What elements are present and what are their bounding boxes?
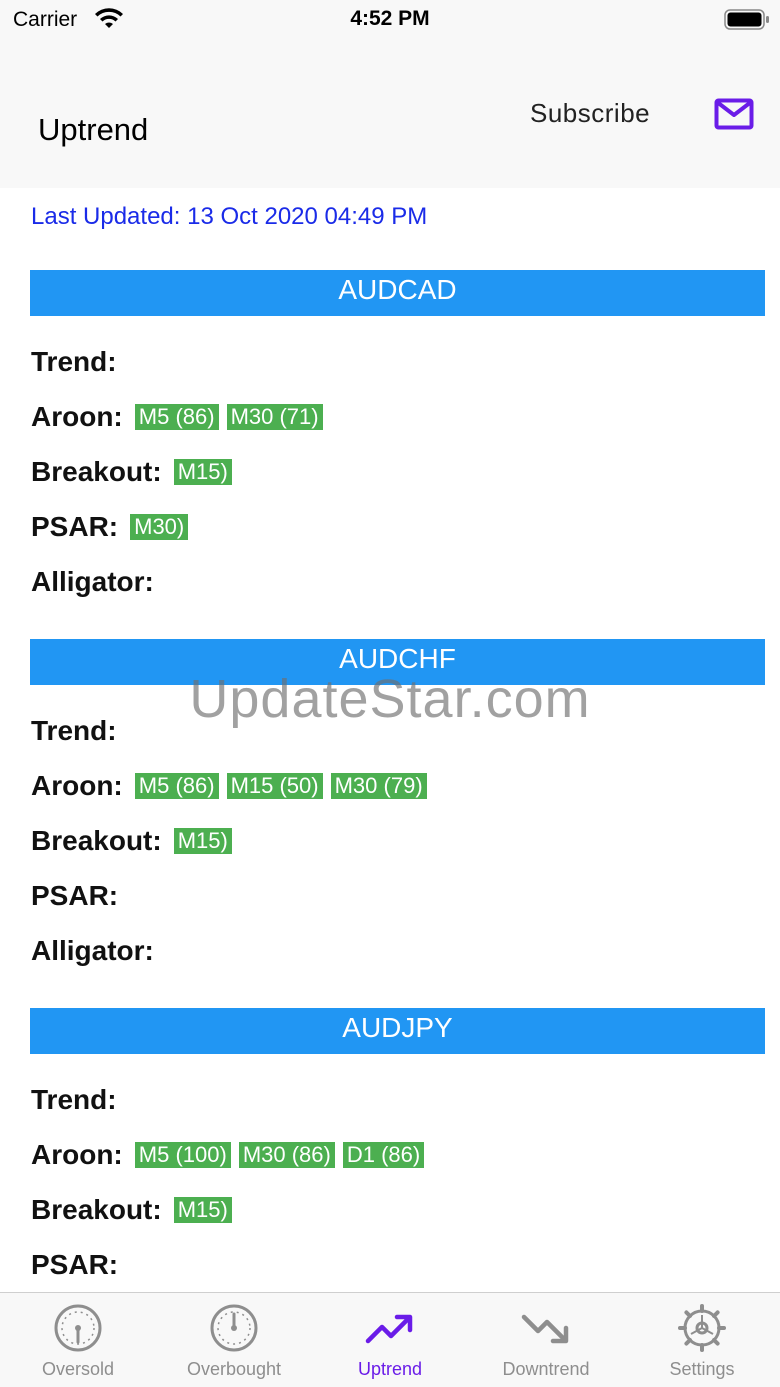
- gear-icon: [678, 1304, 726, 1352]
- aroon-tag: M30 (86): [238, 1142, 335, 1168]
- psar-label: PSAR:: [31, 511, 119, 542]
- navigation-bar: Uptrend Subscribe: [0, 40, 780, 188]
- trend-label: Trend:: [31, 346, 117, 377]
- tab-uptrend[interactable]: Uptrend: [312, 1293, 468, 1387]
- pair-header: AUDCHF: [30, 639, 765, 685]
- gauge-low-icon: [54, 1304, 102, 1352]
- aroon-tag: M30 (71): [226, 404, 323, 430]
- pair-header: AUDCAD: [30, 270, 765, 316]
- psar-label: PSAR:: [31, 880, 119, 911]
- breakout-label: Breakout:: [31, 456, 162, 487]
- aroon-row: Aroon: M5 (100) M30 (86) D1 (86): [31, 1137, 432, 1173]
- trend-label: Trend:: [31, 1084, 117, 1115]
- aroon-label: Aroon:: [31, 1139, 123, 1170]
- alligator-row: Alligator:: [31, 933, 166, 969]
- alligator-label: Alligator:: [31, 566, 154, 597]
- tab-label: Overbought: [186, 1359, 282, 1379]
- pair-card: AUDCHF Trend: Aroon: M5 (86) M15 (50) M3…: [0, 639, 780, 1008]
- aroon-label: Aroon:: [31, 401, 123, 432]
- breakout-tag: M15): [173, 459, 232, 485]
- trend-row: Trend:: [31, 1082, 129, 1118]
- trend-row: Trend:: [31, 713, 129, 749]
- alligator-row: Alligator:: [31, 564, 166, 600]
- breakout-label: Breakout:: [31, 1194, 162, 1225]
- subscribe-button[interactable]: Subscribe: [530, 98, 650, 129]
- breakout-row: Breakout: M15): [31, 454, 240, 490]
- aroon-tag: M5 (100): [134, 1142, 231, 1168]
- trend-up-icon: [365, 1314, 413, 1344]
- breakout-row: Breakout: M15): [31, 823, 240, 859]
- trend-down-icon: [521, 1314, 569, 1344]
- trend-row: Trend:: [31, 344, 129, 380]
- pair-card: AUDCAD Trend: Aroon: M5 (86) M30 (71) Br…: [0, 270, 780, 639]
- aroon-tag: D1 (86): [342, 1142, 425, 1168]
- tab-bar: Oversold Overbought Uptrend Downtrend Se…: [0, 1292, 780, 1387]
- psar-label: PSAR:: [31, 1249, 119, 1280]
- aroon-label: Aroon:: [31, 770, 123, 801]
- battery-icon: [724, 9, 769, 30]
- breakout-tag: M15): [173, 1197, 232, 1223]
- psar-row: PSAR:: [31, 1247, 130, 1283]
- tab-label: Downtrend: [502, 1359, 590, 1379]
- psar-row: PSAR:: [31, 878, 130, 914]
- page-title: Uptrend: [38, 112, 149, 147]
- psar-tag: M30): [130, 514, 189, 540]
- aroon-tag: M15 (50): [226, 773, 323, 799]
- last-updated-label: Last Updated: 13 Oct 2020 04:49 PM: [31, 203, 428, 230]
- tab-downtrend[interactable]: Downtrend: [468, 1293, 624, 1387]
- pair-list[interactable]: AUDCAD Trend: Aroon: M5 (86) M30 (71) Br…: [0, 270, 780, 1292]
- aroon-tag: M5 (86): [134, 404, 219, 430]
- tab-oversold[interactable]: Oversold: [0, 1293, 156, 1387]
- breakout-label: Breakout:: [31, 825, 162, 856]
- tab-label: Settings: [669, 1359, 735, 1379]
- aroon-row: Aroon: M5 (86) M30 (71): [31, 399, 331, 435]
- tab-label: Oversold: [41, 1359, 115, 1379]
- tab-label: Uptrend: [357, 1359, 423, 1379]
- aroon-tag: M30 (79): [330, 773, 427, 799]
- tab-settings[interactable]: Settings: [624, 1293, 780, 1387]
- pair-card: AUDJPY Trend: Aroon: M5 (100) M30 (86) D…: [0, 1008, 780, 1292]
- aroon-row: Aroon: M5 (86) M15 (50) M30 (79): [31, 768, 435, 804]
- gauge-high-icon: [210, 1304, 258, 1352]
- breakout-row: Breakout: M15): [31, 1192, 240, 1228]
- trend-label: Trend:: [31, 715, 117, 746]
- mail-icon[interactable]: [714, 98, 754, 130]
- pair-header: AUDJPY: [30, 1008, 765, 1054]
- status-bar: Carrier 4:52 PM: [0, 0, 780, 40]
- tab-overbought[interactable]: Overbought: [156, 1293, 312, 1387]
- clock: 4:52 PM: [350, 7, 430, 30]
- aroon-tag: M5 (86): [134, 773, 219, 799]
- breakout-tag: M15): [173, 828, 232, 854]
- psar-row: PSAR: M30): [31, 509, 196, 545]
- alligator-label: Alligator:: [31, 935, 154, 966]
